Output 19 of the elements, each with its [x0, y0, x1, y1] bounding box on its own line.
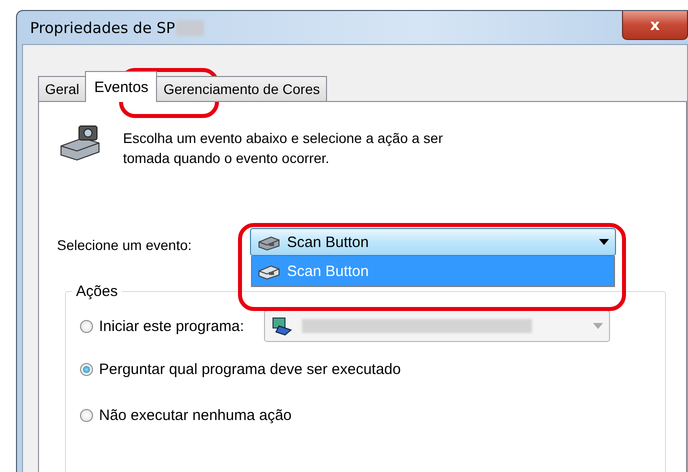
- radio-button[interactable]: [80, 362, 93, 376]
- radio-button[interactable]: [80, 320, 93, 332]
- tab[interactable]: Geral: [38, 76, 86, 102]
- intro-text: Escolha um evento abaixo e selecione a ação a ser tomada quando o evento ocorrer.: [123, 129, 444, 168]
- dropdown-arrow-icon[interactable]: [599, 239, 609, 245]
- radio-button[interactable]: [80, 408, 93, 422]
- radio-label: Não executar nenhuma ação: [99, 406, 292, 424]
- tab[interactable]: Gerenciamento de Cores: [156, 76, 327, 102]
- window-title: Propriedades de SP: [30, 18, 176, 36]
- radio-label: Iniciar este programa:: [99, 318, 244, 334]
- radio-label: Perguntar qual programa deve ser executado: [99, 360, 401, 378]
- program-icon: [271, 316, 294, 336]
- program-dropdown[interactable]: [264, 310, 610, 342]
- close-button[interactable]: x: [622, 11, 688, 40]
- event-label: Selecione um evento:: [57, 237, 193, 253]
- event-dropdown[interactable]: Scan Button: [250, 228, 616, 256]
- tab[interactable]: Eventos: [85, 71, 158, 102]
- group-title: Ações: [75, 283, 119, 300]
- redaction-block: [176, 20, 204, 36]
